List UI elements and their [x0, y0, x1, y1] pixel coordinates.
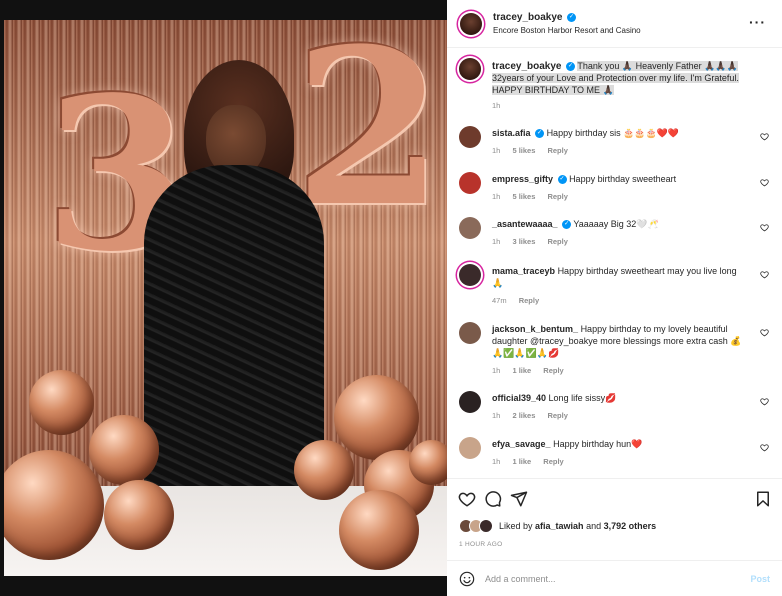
comment-text: Yaaaaay Big 32🤍🥂	[573, 219, 659, 229]
balloon	[334, 375, 419, 460]
comment-time[interactable]: 1h	[492, 457, 500, 466]
comment-time[interactable]: 1h	[492, 192, 500, 201]
balloon	[339, 490, 419, 570]
verified-badge-icon: ✓	[535, 129, 545, 139]
verified-badge-icon: ✓	[562, 220, 572, 230]
comment-time[interactable]: 1h	[492, 146, 500, 155]
commenter-username[interactable]: efya_savage_	[492, 439, 551, 449]
liker-avatar	[479, 519, 493, 533]
comment-meta: 1h 2 likes Reply	[492, 411, 578, 420]
liked-by-others[interactable]: 3,792 others	[604, 521, 657, 531]
comment-time[interactable]: 1h	[492, 366, 500, 375]
comment-time[interactable]: 1h	[492, 237, 500, 246]
reply-button[interactable]: Reply	[547, 237, 567, 246]
add-comment-bar: Post	[447, 560, 782, 596]
balloon	[29, 370, 94, 435]
reply-button[interactable]: Reply	[547, 411, 567, 420]
comment-like-heart-icon[interactable]	[760, 328, 769, 337]
post-details-panel: tracey_boakye ✓ Encore Boston Harbor Res…	[447, 0, 782, 596]
comment-time[interactable]: 47m	[492, 296, 507, 305]
author-avatar[interactable]	[460, 12, 482, 35]
commenter-username[interactable]: jackson_k_bentum_	[492, 324, 578, 334]
comment-likes-count[interactable]: 3 likes	[512, 237, 535, 246]
bookmark-icon[interactable]	[754, 490, 772, 508]
caption-text-line-3: HAPPY BIRTHDAY TO ME 🙏🏿	[492, 85, 614, 95]
caption-text-line-2: 32years of your Love and Protection over…	[492, 73, 739, 83]
comment-text: Long life sissy💋	[548, 393, 617, 403]
caption-text-line-1: Thank you 🙏🏿 Heavenly Father 🙏🏿🙏🏿🙏🏿	[577, 61, 738, 71]
commenter-username[interactable]: sista.afia	[492, 128, 531, 138]
paper-plane-icon[interactable]	[510, 490, 528, 508]
comment-like-heart-icon[interactable]	[760, 270, 769, 279]
comment-meta: 1h 3 likes Reply	[492, 237, 578, 246]
commenter-username[interactable]: mama_traceyb	[492, 266, 555, 276]
reply-button[interactable]: Reply	[547, 146, 567, 155]
heart-icon[interactable]	[458, 490, 476, 508]
commenter-avatar[interactable]	[459, 172, 481, 194]
reply-button[interactable]: Reply	[543, 366, 563, 375]
comment-likes-count[interactable]: 1 like	[512, 366, 531, 375]
comment-likes-count[interactable]: 2 likes	[512, 411, 535, 420]
more-horizontal-icon[interactable]: ···	[749, 14, 766, 30]
commenter-avatar[interactable]	[459, 126, 481, 148]
caption-meta: 1h	[492, 101, 510, 110]
post-photo[interactable]: 3 2	[4, 20, 447, 576]
comment-likes-count[interactable]: 5 likes	[512, 192, 535, 201]
comment-text: Happy birthday sis 🎂🎂🎂❤️❤️	[546, 128, 680, 138]
post-comment-button[interactable]: Post	[750, 574, 770, 584]
post-header: tracey_boakye ✓ Encore Boston Harbor Res…	[447, 0, 782, 48]
comment-text: Happy birthday hun❤️	[553, 439, 643, 449]
post-photo-area: 3 2	[0, 0, 447, 596]
comment-meta: 1h 5 likes Reply	[492, 192, 578, 201]
comment-like-heart-icon[interactable]	[760, 397, 769, 406]
emoji-icon[interactable]	[459, 571, 475, 587]
commenter-avatar[interactable]	[459, 391, 481, 413]
comment-likes-count[interactable]: 5 likes	[512, 146, 535, 155]
likes-summary: Liked by afia_tawiah and 3,792 others	[459, 519, 656, 533]
commenter-username[interactable]: _asantewaaaa_	[492, 219, 558, 229]
comment-icon[interactable]	[484, 490, 502, 508]
comment-like-heart-icon[interactable]	[760, 443, 769, 452]
reply-button[interactable]: Reply	[547, 192, 567, 201]
caption-author-avatar[interactable]	[459, 58, 481, 80]
commenter-avatar[interactable]	[459, 322, 481, 344]
comment-time[interactable]: 1h	[492, 411, 500, 420]
comment-text: Happy birthday sweetheart	[569, 174, 677, 184]
comment-meta: 1h 1 like Reply	[492, 457, 574, 466]
commenter-username[interactable]: official39_40	[492, 393, 546, 403]
comment-meta: 47m Reply	[492, 296, 549, 305]
author-username[interactable]: tracey_boakye	[493, 12, 563, 23]
comment-like-heart-icon[interactable]	[760, 178, 769, 187]
balloon	[104, 480, 174, 550]
verified-badge-icon: ✓	[567, 13, 577, 23]
commenter-avatar[interactable]	[459, 437, 481, 459]
reply-button[interactable]: Reply	[519, 296, 539, 305]
caption-author-username[interactable]: tracey_boakye	[492, 61, 562, 72]
balloon	[294, 440, 354, 500]
liked-by-and: and	[583, 521, 604, 531]
post-location[interactable]: Encore Boston Harbor Resort and Casino	[493, 26, 641, 35]
liked-by-prefix: Liked by	[499, 521, 536, 531]
verified-badge-icon: ✓	[557, 175, 567, 185]
comment-meta: 1h 5 likes Reply	[492, 146, 578, 155]
comment-likes-count[interactable]: 1 like	[512, 457, 531, 466]
post-timestamp[interactable]: 1 HOUR AGO	[459, 541, 502, 548]
comment-like-heart-icon[interactable]	[760, 223, 769, 232]
likes-text: Liked by afia_tawiah and 3,792 others	[499, 521, 656, 531]
balloon	[89, 415, 159, 485]
comment-meta: 1h 1 like Reply	[492, 366, 574, 375]
comment-input[interactable]	[485, 573, 725, 584]
comment-like-heart-icon[interactable]	[760, 132, 769, 141]
balloon	[409, 440, 447, 485]
liked-by-user[interactable]: afia_tawiah	[535, 521, 584, 531]
reply-button[interactable]: Reply	[543, 457, 563, 466]
caption-time[interactable]: 1h	[492, 101, 500, 110]
comments-list[interactable]: tracey_boakye ✓ Thank you 🙏🏿 Heavenly Fa…	[447, 48, 782, 478]
commenter-avatar[interactable]	[459, 264, 481, 286]
verified-badge-icon: ✓	[566, 62, 576, 72]
commenter-username[interactable]: empress_gifty	[492, 174, 553, 184]
commenter-avatar[interactable]	[459, 217, 481, 239]
